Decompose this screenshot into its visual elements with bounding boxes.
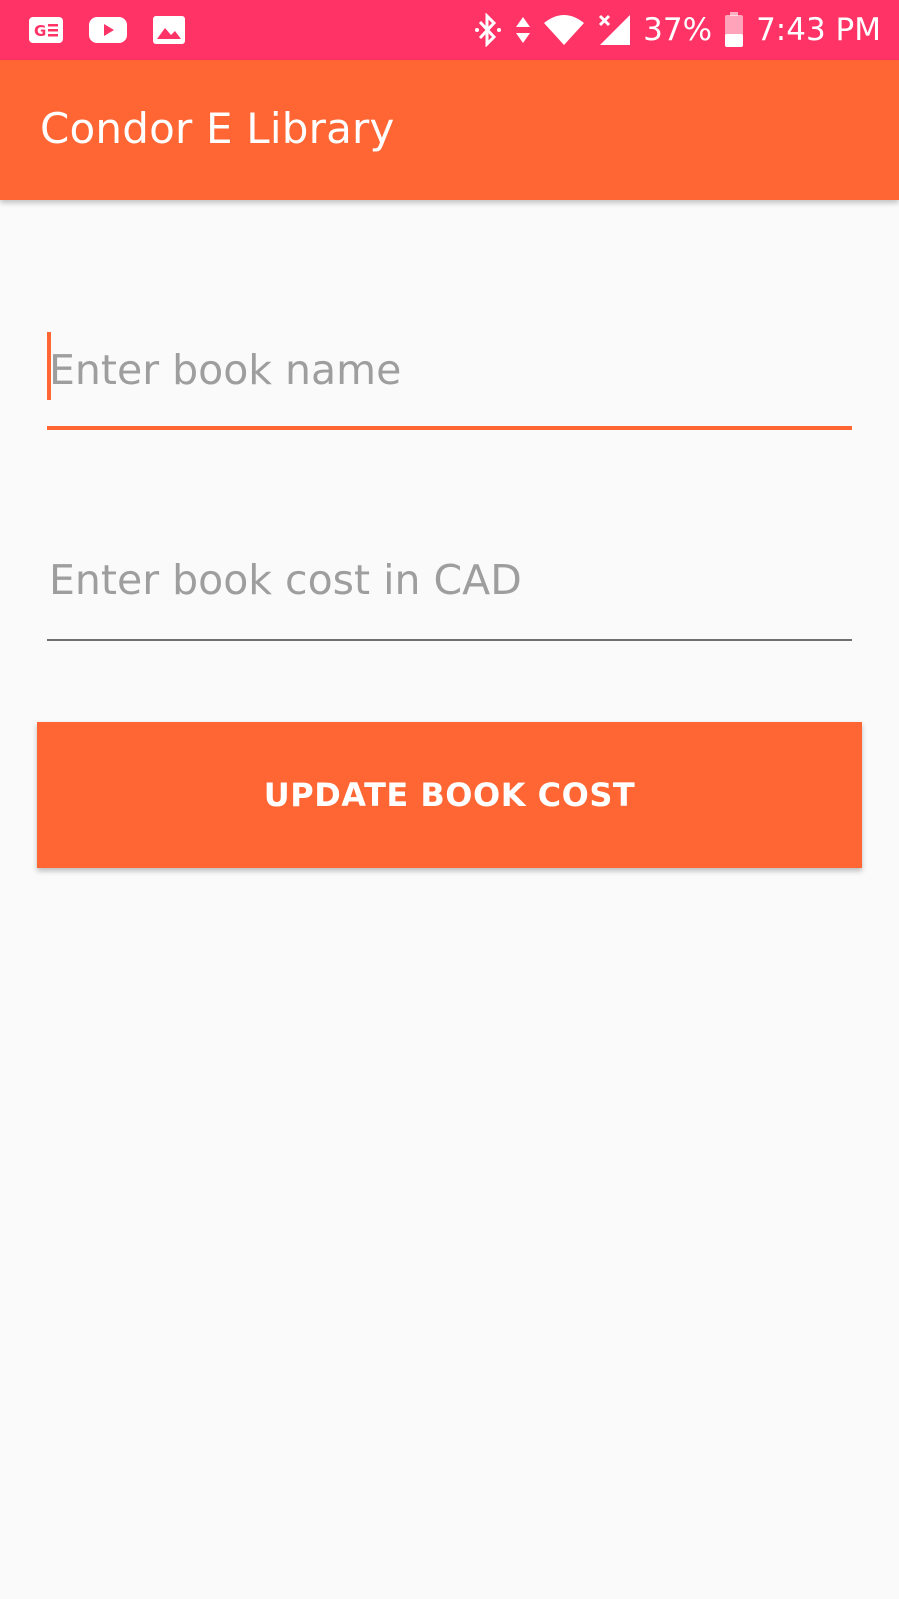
clock: 7:43 PM: [756, 12, 881, 48]
svg-text:G: G: [34, 22, 46, 40]
book-name-underline: [47, 426, 852, 430]
bluetooth-icon: [473, 13, 503, 47]
ge-icon: G: [28, 16, 64, 44]
wifi-icon: [543, 14, 585, 46]
book-name-field: [47, 332, 852, 430]
youtube-icon: [88, 16, 128, 44]
status-bar: G 37% 7:43 PM: [0, 0, 899, 60]
image-icon: [152, 15, 186, 45]
app-bar: Condor E Library: [0, 60, 899, 200]
app-title: Condor E Library: [40, 104, 395, 153]
book-cost-input[interactable]: [47, 545, 852, 615]
book-cost-field: [47, 545, 852, 641]
book-cost-underline: [47, 639, 852, 641]
status-left-icons: G: [28, 14, 186, 46]
status-right-icons: 37% 7:43 PM: [473, 0, 881, 60]
signal-icon: [597, 13, 631, 47]
data-arrows-icon: [515, 15, 531, 45]
book-name-input[interactable]: [47, 335, 852, 405]
battery-percent: 37%: [643, 12, 713, 48]
battery-icon: [724, 12, 744, 48]
text-cursor: [47, 332, 51, 400]
update-book-cost-button[interactable]: UPDATE BOOK COST: [37, 722, 862, 868]
